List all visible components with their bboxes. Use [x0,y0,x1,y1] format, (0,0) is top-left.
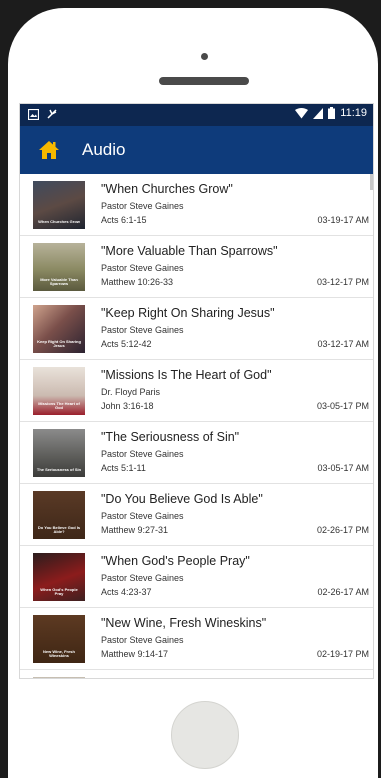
scripture-reference: Matthew 9:14-17 [101,649,169,659]
sermon-speaker: Dr. Floyd Paris [101,387,161,397]
sermon-title: "New Wine, Fresh Wineskins" [101,616,267,630]
sermon-date: 03-12-17 PM [316,277,369,287]
list-item[interactable]: When Churches Grow "When Churches Grow" … [20,174,373,236]
sermon-thumbnail: When Churches Grow [33,181,85,229]
sermon-title: "The Seriousness of Sin" [101,430,240,444]
scripture-reference: Matthew 10:26-33 [101,277,174,287]
sermon-date: 02-26-17 PM [316,525,369,535]
sermon-title: "Keep Right On Sharing Jesus" [101,306,275,320]
sermon-speaker: Pastor Steve Gaines [101,635,184,645]
sermon-thumbnail: The Seriousness of Sin [33,429,85,477]
thumbnail-caption: New Wine, Fresh Wineskins [43,649,75,658]
list-item[interactable]: When God's People Pray "When God's Peopl… [20,546,373,608]
sermon-thumbnail: Do You Believe God Is Able? [33,491,85,539]
sermon-thumbnail: New Wine, Fresh Wineskins [33,615,85,663]
sermon-thumbnail: When God's People Pray [33,553,85,601]
gallery-notification-icon [28,108,39,120]
sermon-date: 03-19-17 AM [317,215,369,225]
sermon-title: "When God's People Pray" [101,554,250,568]
thumbnail-caption: The Seriousness of Sin [36,467,82,472]
battery-icon [328,107,336,119]
sermon-date: 02-19-17 PM [316,649,369,659]
list-item[interactable]: More Valuable Than Sparrows "More Valuab… [20,236,373,298]
sermon-speaker: Pastor Steve Gaines [101,449,184,459]
sermon-date: 03-05-17 PM [316,401,369,411]
scripture-reference: Acts 6:1-15 [101,215,147,225]
list-item[interactable]: "No Other Name" [20,670,373,678]
sermon-thumbnail: Keep Right On Sharing Jesus [33,305,85,353]
sermon-speaker: Pastor Steve Gaines [101,201,184,211]
sermon-thumbnail: More Valuable Than Sparrows [33,243,85,291]
wifi-icon [295,107,309,118]
sermon-speaker: Pastor Steve Gaines [101,573,184,583]
scripture-reference: Acts 5:12-42 [101,339,152,349]
earpiece-speaker [159,77,249,85]
sermon-title: "When Churches Grow" [101,182,233,196]
home-icon[interactable] [38,140,60,160]
sermon-date: 03-05-17 AM [317,463,369,473]
sermon-title: "More Valuable Than Sparrows" [101,244,278,258]
list-item[interactable]: Keep Right On Sharing Jesus "Keep Right … [20,298,373,360]
thumbnail-caption: Do You Believe God Is Able? [37,525,81,534]
scripture-reference: John 3:16-18 [101,401,154,411]
scripture-reference: Matthew 9:27-31 [101,525,169,535]
scripture-reference: Acts 4:23-37 [101,587,152,597]
sermon-title: "Do You Believe God Is Able" [101,492,263,506]
thumbnail-caption: When God's People Pray [40,587,78,596]
status-bar: 11:19 [20,104,373,126]
sermon-speaker: Pastor Steve Gaines [101,325,184,335]
thumbnail-caption: Missions The Heart of God [38,401,80,410]
front-camera [201,53,208,60]
thumbnail-caption: When Churches Grow [38,219,80,224]
sermon-speaker: Pastor Steve Gaines [101,263,184,273]
sermon-speaker: Pastor Steve Gaines [101,511,184,521]
list-scrollbar[interactable] [370,174,373,190]
home-button[interactable] [171,701,239,769]
thumbnail-caption: More Valuable Than Sparrows [40,277,78,286]
signal-icon [313,107,324,119]
page-title: Audio [82,140,126,159]
sermon-thumbnail [33,677,85,678]
list-item[interactable]: New Wine, Fresh Wineskins "New Wine, Fre… [20,608,373,670]
sermon-title: "Missions Is The Heart of God" [101,368,272,382]
sermon-thumbnail: Missions The Heart of God [33,367,85,415]
app-screen: 11:19 Audio When Churches Grow "When Chu… [20,104,373,678]
list-item[interactable]: The Seriousness of Sin "The Seriousness … [20,422,373,484]
list-item[interactable]: Do You Believe God Is Able? "Do You Beli… [20,484,373,546]
sermon-list[interactable]: When Churches Grow "When Churches Grow" … [20,174,373,678]
status-time: 11:19 [340,107,367,119]
app-bar: Audio [20,126,373,174]
settings-notification-icon [47,109,57,119]
thumbnail-caption: Keep Right On Sharing Jesus [37,339,81,348]
sermon-date: 02-26-17 AM [317,587,369,597]
scripture-reference: Acts 5:1-11 [101,463,146,473]
list-item[interactable]: Missions The Heart of God "Missions Is T… [20,360,373,422]
sermon-date: 03-12-17 AM [317,339,369,349]
